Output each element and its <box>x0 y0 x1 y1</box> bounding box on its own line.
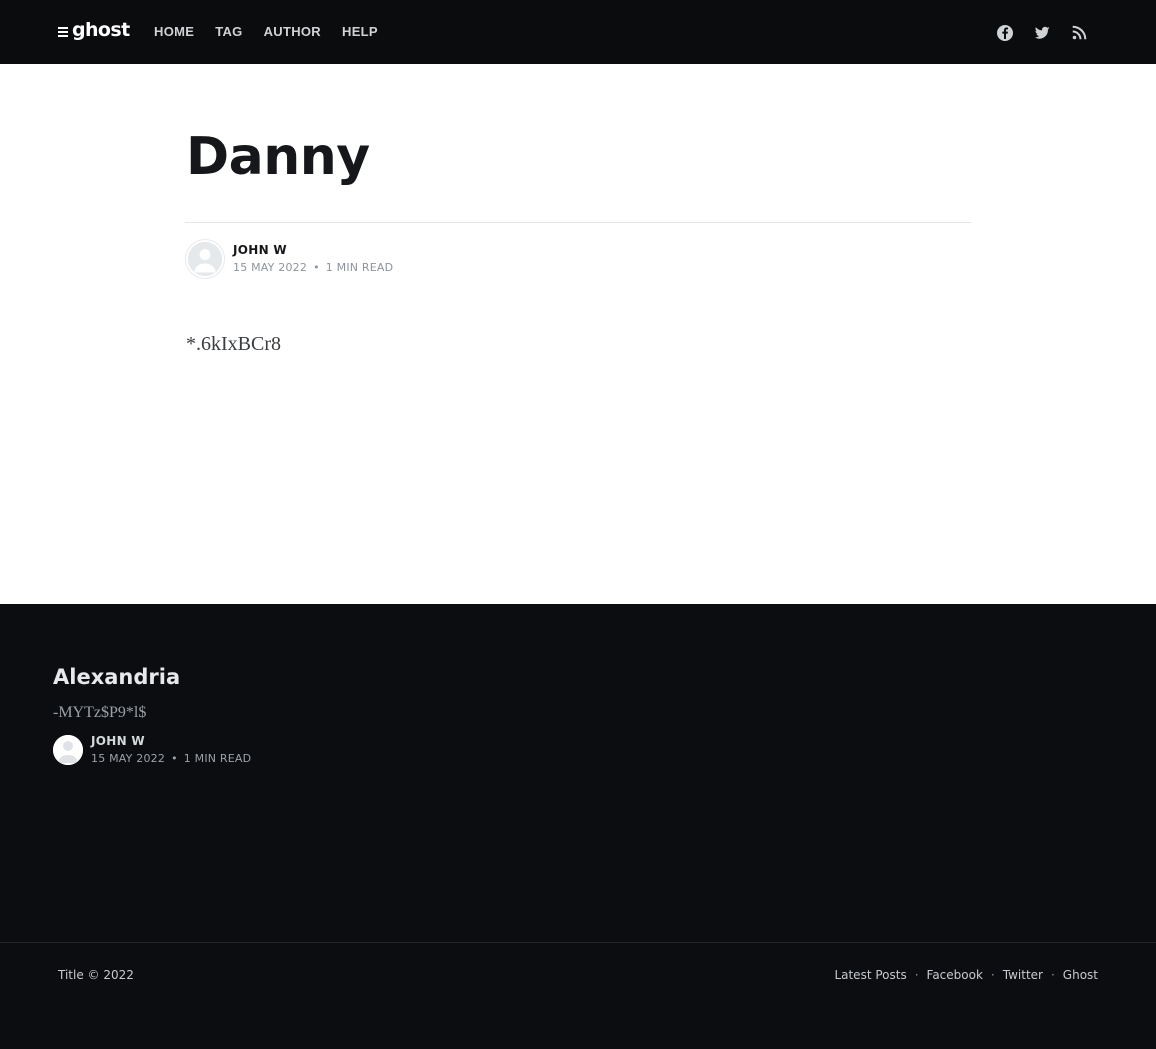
title-divider <box>185 222 971 223</box>
site-header: ghost HOME TAG AUTHOR HELP <box>0 0 1156 64</box>
facebook-icon <box>997 25 1013 41</box>
byline-text: JOHN W 15 MAY 2022 • 1 MIN READ <box>233 242 393 276</box>
footer-link-ghost[interactable]: Ghost <box>1063 967 1098 983</box>
social-links <box>996 24 1088 42</box>
author-avatar[interactable] <box>186 240 224 278</box>
ghost-logo-icon <box>58 27 68 37</box>
nav-home[interactable]: HOME <box>154 24 194 40</box>
footer-link-latest-posts[interactable]: Latest Posts <box>834 967 906 983</box>
related-meta: 15 MAY 2022 • 1 MIN READ <box>91 751 251 767</box>
related-author-avatar[interactable] <box>53 735 83 765</box>
post-byline: JOHN W 15 MAY 2022 • 1 MIN READ <box>186 240 393 278</box>
site-logo[interactable]: ghost <box>58 19 130 44</box>
footer-separator: · <box>990 968 995 982</box>
post-date: 15 MAY 2022 <box>233 261 308 274</box>
related-date: 15 MAY 2022 <box>91 752 166 765</box>
post-meta: 15 MAY 2022 • 1 MIN READ <box>233 260 393 276</box>
footer-link-twitter[interactable]: Twitter <box>1003 967 1043 983</box>
post-content: *.6kIxBCr8 <box>186 333 281 355</box>
related-post-excerpt: -MYTz$P9*l$ <box>53 704 147 721</box>
facebook-link[interactable] <box>996 24 1014 42</box>
related-byline-text: JOHN W 15 MAY 2022 • 1 MIN READ <box>91 733 251 767</box>
copyright: Title © 2022 <box>58 968 134 982</box>
meta-separator: • <box>313 261 320 274</box>
footer-divider <box>0 942 1156 943</box>
footer-separator: · <box>1050 968 1055 982</box>
meta-separator: • <box>171 752 178 765</box>
main-nav: HOME TAG AUTHOR HELP <box>154 24 399 40</box>
related-read-time: 1 MIN READ <box>183 752 252 765</box>
post-title: Danny <box>186 127 370 187</box>
read-time: 1 MIN READ <box>325 261 394 274</box>
author-name[interactable]: JOHN W <box>233 242 393 258</box>
user-icon <box>53 735 83 765</box>
related-byline: JOHN W 15 MAY 2022 • 1 MIN READ <box>53 733 553 767</box>
rss-link[interactable] <box>1070 24 1088 42</box>
footer-separator: · <box>914 968 919 982</box>
twitter-icon <box>1034 26 1050 39</box>
site-footer: Alexandria -MYTz$P9*l$ JOHN W 15 MAY 202… <box>0 604 1156 1049</box>
logo-text: ghost <box>72 19 130 41</box>
related-post-card: Alexandria -MYTz$P9*l$ JOHN W 15 MAY 202… <box>53 663 553 767</box>
twitter-link[interactable] <box>1033 24 1051 42</box>
footer-link-facebook[interactable]: Facebook <box>927 967 983 983</box>
footer-nav: Latest Posts · Facebook · Twitter · Ghos… <box>834 967 1098 983</box>
nav-help[interactable]: HELP <box>342 24 378 40</box>
related-author-name[interactable]: JOHN W <box>91 733 251 749</box>
nav-tag[interactable]: TAG <box>215 24 242 40</box>
rss-icon <box>1072 25 1087 40</box>
nav-author[interactable]: AUTHOR <box>264 24 321 40</box>
user-icon <box>188 242 222 276</box>
related-post-title[interactable]: Alexandria <box>53 663 553 691</box>
